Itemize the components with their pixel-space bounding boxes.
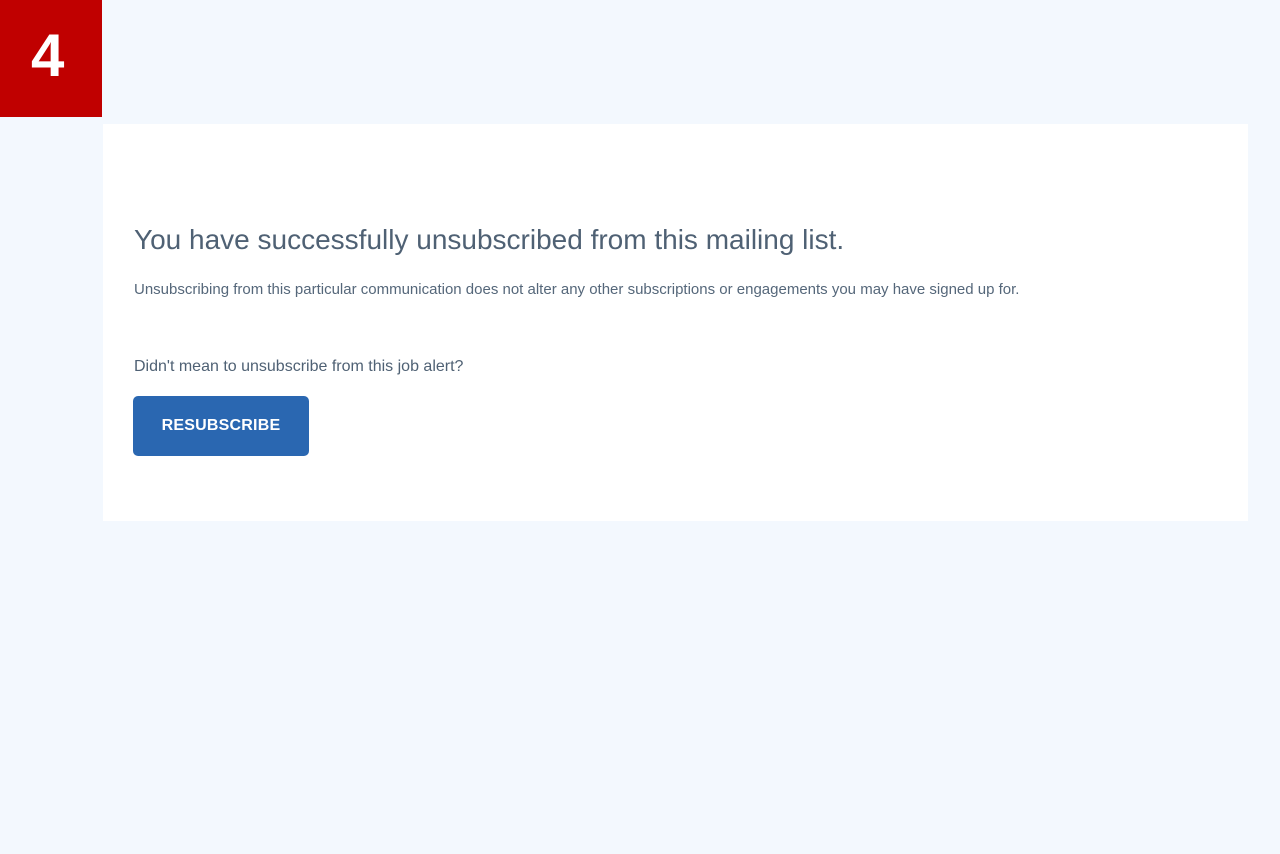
- resubscribe-button[interactable]: RESUBSCRIBE: [133, 396, 309, 456]
- page: 4 You have successfully unsubscribed fro…: [0, 0, 1280, 854]
- confirmation-headline: You have successfully unsubscribed from …: [134, 224, 845, 255]
- step-number-badge: 4: [0, 0, 102, 117]
- confirmation-subtext: Unsubscribing from this particular commu…: [134, 281, 1020, 298]
- resubscribe-prompt: Didn't mean to unsubscribe from this job…: [134, 358, 464, 375]
- unsubscribe-confirmation-card: You have successfully unsubscribed from …: [103, 124, 1248, 521]
